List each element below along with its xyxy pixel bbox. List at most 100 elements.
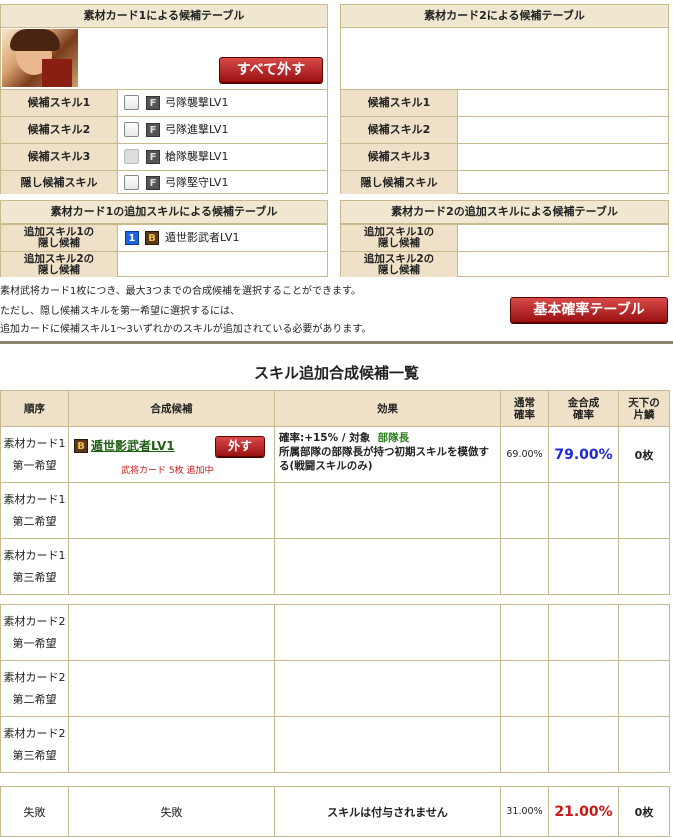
section-divider <box>0 341 673 344</box>
row-order: 素材カード2 第一希望 <box>0 604 69 661</box>
header-gold-line1: 金合成 <box>567 396 600 409</box>
rank-b-icon: B <box>74 439 88 453</box>
order-line2: 第二希望 <box>12 515 57 528</box>
order-line1: 素材カード2 <box>3 671 66 684</box>
card2-row-2: 候補スキル2 <box>341 116 668 143</box>
note-line-3: 追加カードに候補スキル1〜3いずれかのスキルが追加されている必要があります。 <box>0 324 372 335</box>
card1-extra-title: 素材カード1の追加スキルによる候補テーブル <box>1 201 327 224</box>
row-label: 追加スキル1の 隠し候補 <box>341 225 458 251</box>
effect-rate: 確率:+15% / 対象 <box>279 432 371 444</box>
row-label: 追加スキル1の 隠し候補 <box>1 225 118 251</box>
card1-portrait[interactable] <box>2 29 78 87</box>
fail-order: 失敗 <box>0 786 69 837</box>
row-candidate: B 遁世影武者LV1 外す 武将カード 5枚 追加中 <box>68 426 275 483</box>
candidate-sub-note: 武将カード 5枚 追加中 <box>121 466 214 476</box>
fail-gold-rate: 21.00% <box>548 786 619 837</box>
fail-effect: スキルは付与されません <box>274 786 501 837</box>
card2-row-3: 候補スキル3 <box>341 143 668 170</box>
row-label: 候補スキル2 <box>341 117 458 143</box>
order-line1: 素材カード1 <box>3 437 66 450</box>
row-label: 追加スキル2の 隠し候補 <box>341 252 458 277</box>
card2-extra-row-1: 追加スキル1の 隠し候補 <box>341 224 668 251</box>
header-tenka-line1: 天下の <box>628 396 660 409</box>
row-order: 素材カード2 第二希望 <box>0 660 69 717</box>
row-label-line2: 隠し候補 <box>378 264 420 276</box>
order-line2: 第一希望 <box>12 637 57 650</box>
rank-f-icon: F <box>146 123 160 137</box>
table-row: 素材カード2 第一希望 <box>0 604 670 661</box>
card1-panel-title: 素材カード1による候補テーブル <box>1 5 327 28</box>
card1-row-1: 候補スキル1 F 弓隊襲撃LV1 <box>1 89 327 116</box>
table-row: 素材カード1 第二希望 <box>0 482 670 539</box>
candidate-skill-link[interactable]: 遁世影武者LV1 <box>91 437 175 454</box>
header-gold-rate: 金合成 確率 <box>548 390 619 427</box>
card1-extra-panel: 素材カード1の追加スキルによる候補テーブル 追加スキル1の 隠し候補 1 B 遁… <box>0 200 328 277</box>
skill-checkbox[interactable] <box>124 122 139 137</box>
order-line2: 第三希望 <box>12 571 57 584</box>
table-row: 素材カード2 第三希望 <box>0 716 670 773</box>
skill-name: 弓隊進撃LV1 <box>165 123 229 136</box>
row-order: 素材カード1 第一希望 <box>0 426 69 483</box>
skill-name: 遁世影武者LV1 <box>165 231 240 244</box>
row-normal-rate: 69.00% <box>500 426 549 483</box>
row-label-line2: 隠し候補 <box>378 237 420 249</box>
header-normal-line2: 確率 <box>514 408 535 421</box>
row-gold-rate: 79.00% <box>548 426 619 483</box>
order-line1: 素材カード2 <box>3 727 66 740</box>
row-label: 候補スキル1 <box>341 90 458 116</box>
base-probability-table-button[interactable]: 基本確率テーブル <box>510 297 668 323</box>
row-label: 追加スキル2の 隠し候補 <box>1 252 118 277</box>
row-label: 候補スキル3 <box>1 144 118 170</box>
card2-extra-panel: 素材カード2の追加スキルによる候補テーブル 追加スキル1の 隠し候補 追加スキル… <box>340 200 669 277</box>
header-order: 順序 <box>0 390 69 427</box>
header-effect: 効果 <box>274 390 501 427</box>
order-line2: 第二希望 <box>12 693 57 706</box>
fail-row: 失敗 失敗 スキルは付与されません 31.00% 21.00% 0枚 <box>0 786 670 837</box>
table-row: 素材カード1 第三希望 <box>0 538 670 595</box>
note-line-1: 素材武将カード1枚につき、最大3つまでの合成候補を選択することができます。 <box>0 286 362 297</box>
rank-f-icon: F <box>146 150 160 164</box>
header-normal-line1: 通常 <box>514 396 535 409</box>
list-title: スキル追加合成候補一覧 <box>253 364 419 382</box>
remove-all-button[interactable]: すべて外す <box>219 57 323 83</box>
row-effect: 確率:+15% / 対象 部隊長 所属部隊の部隊長が持つ初期スキルを模倣する(戦… <box>274 426 501 483</box>
header-normal-rate: 通常 確率 <box>500 390 549 427</box>
candidate-list-table: 順序 合成候補 効果 通常 確率 金合成 確率 天下の 片鱗 素材カード1 第一… <box>0 390 670 595</box>
card1-extra-row-1: 追加スキル1の 隠し候補 1 B 遁世影武者LV1 <box>1 224 327 251</box>
row-label-line2: 隠し候補 <box>38 237 80 249</box>
card1-row-3: 候補スキル3 F 槍隊襲撃LV1 <box>1 143 327 170</box>
card1-extra-row-2: 追加スキル2の 隠し候補 <box>1 251 327 277</box>
effect-target: 部隊長 <box>377 432 410 444</box>
skill-checkbox[interactable] <box>124 95 139 110</box>
order-line1: 素材カード1 <box>3 549 66 562</box>
order-line2: 第一希望 <box>12 459 57 472</box>
row-order: 素材カード1 第二希望 <box>0 482 69 539</box>
rank-b-icon: B <box>145 231 159 245</box>
card1-row-hidden: 隠し候補スキル F 弓隊堅守LV1 <box>1 170 327 194</box>
note-line-2: ただし、隠し候補スキルを第一希望に選択するには、 <box>0 306 240 317</box>
slot-1-icon: 1 <box>125 231 139 245</box>
header-tenka-line2: 片鱗 <box>633 408 655 421</box>
order-line1: 素材カード1 <box>3 493 66 506</box>
card1-candidate-panel: 素材カード1による候補テーブル すべて外す 候補スキル1 F 弓隊襲撃LV1 候… <box>0 4 328 194</box>
order-line1: 素材カード2 <box>3 615 66 628</box>
remove-candidate-button[interactable]: 外す <box>215 436 265 457</box>
rank-f-icon: F <box>146 176 160 190</box>
row-label-line2: 隠し候補 <box>38 264 80 276</box>
row-label: 隠し候補スキル <box>341 171 458 194</box>
fail-tenka: 0枚 <box>618 786 670 837</box>
effect-description: 所属部隊の部隊長が持つ初期スキルを模倣する(戦闘スキルのみ) <box>279 446 489 472</box>
row-order: 素材カード1 第三希望 <box>0 538 69 595</box>
order-line2: 第三希望 <box>12 749 57 762</box>
card2-panel-title: 素材カード2による候補テーブル <box>341 5 668 28</box>
row-label: 候補スキル1 <box>1 90 118 116</box>
rank-f-icon: F <box>146 96 160 110</box>
skill-checkbox[interactable] <box>124 175 139 190</box>
card2-extra-title: 素材カード2の追加スキルによる候補テーブル <box>341 201 668 224</box>
skill-checkbox-disabled <box>124 149 139 164</box>
fail-normal-rate: 31.00% <box>500 786 549 837</box>
row-label: 候補スキル3 <box>341 144 458 170</box>
card2-row-1: 候補スキル1 <box>341 89 668 116</box>
header-tenka: 天下の 片鱗 <box>618 390 670 427</box>
skill-name: 弓隊襲撃LV1 <box>165 96 229 109</box>
